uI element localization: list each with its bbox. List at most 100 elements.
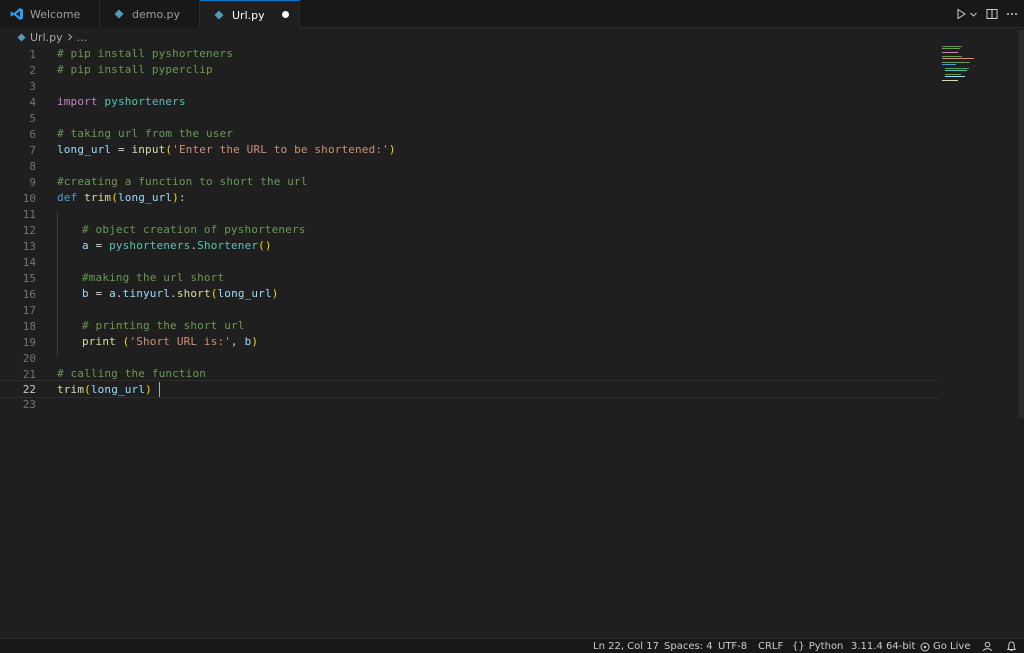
line-content: # object creation of pyshorteners <box>82 222 306 238</box>
line-number: 9 <box>29 175 36 189</box>
function-name: trim <box>57 383 85 396</box>
code-line[interactable]: 15 #making the url short <box>0 270 940 286</box>
bracket: ) <box>251 335 259 348</box>
code-line[interactable]: 19 print ('Short URL is:', b) <box>0 334 940 350</box>
more-actions-icon[interactable] <box>1006 8 1018 20</box>
braces-icon: {} <box>792 641 805 652</box>
minimap-line <box>942 62 970 63</box>
broadcast-icon <box>920 642 930 651</box>
feedback-icon[interactable] <box>982 639 996 653</box>
line-number: 22 <box>22 382 36 396</box>
code-line[interactable]: 1 # pip install pyshorteners <box>0 46 940 62</box>
variable: a <box>82 239 89 252</box>
go-live-button[interactable]: Go Live <box>920 639 970 653</box>
chevron-right-icon <box>66 33 74 41</box>
line-content: # pip install pyshorteners <box>57 46 233 62</box>
text-cursor <box>159 382 160 397</box>
line-number: 4 <box>29 95 36 109</box>
bracket: ) <box>271 287 279 300</box>
language-mode[interactable]: {} Python <box>792 639 843 653</box>
code-line[interactable]: 18 # printing the short url <box>0 318 940 334</box>
line-number: 2 <box>29 63 36 77</box>
line-content: a = pyshorteners.Shortener() <box>82 238 272 254</box>
minimap-line <box>942 64 956 65</box>
chevron-down-icon[interactable] <box>969 10 978 19</box>
code-line[interactable]: 23 <box>0 396 940 412</box>
minimap-line <box>942 80 958 81</box>
keyword: import <box>57 95 98 108</box>
code-line[interactable]: 7 long_url = input('Enter the URL to be … <box>0 142 940 158</box>
language-label: Python <box>808 641 844 652</box>
minimap-line <box>945 74 961 75</box>
code-line[interactable]: 2 # pip install pyperclip <box>0 62 940 78</box>
line-number: 8 <box>29 159 36 173</box>
code-line[interactable]: 11 <box>0 206 940 222</box>
minimap-line <box>945 68 969 69</box>
line-number: 20 <box>22 351 36 365</box>
breadcrumb-symbol[interactable]: ... <box>77 31 88 44</box>
indentation-status[interactable]: Spaces: 4 <box>664 639 713 653</box>
unsaved-dot-icon[interactable] <box>282 11 289 18</box>
tab-label: Url.py <box>232 8 265 22</box>
bracket: ( <box>84 383 91 396</box>
bracket: ) <box>388 143 396 156</box>
eol-status[interactable]: CRLF <box>758 639 783 653</box>
function-name: short <box>176 287 211 300</box>
code-line[interactable]: 5 <box>0 110 940 126</box>
bracket: () <box>258 239 272 252</box>
code-line[interactable]: 8 <box>0 158 940 174</box>
comment: # object creation of pyshorteners <box>82 223 306 236</box>
code-editor[interactable]: 1 # pip install pyshorteners 2 # pip ins… <box>0 46 1018 638</box>
run-icon[interactable] <box>955 8 967 20</box>
minimap-line <box>942 58 974 59</box>
breadcrumb-file[interactable]: Url.py <box>30 31 63 44</box>
go-live-label: Go Live <box>933 641 971 652</box>
minimap-line <box>945 70 967 71</box>
bracket: ( <box>210 287 218 300</box>
comment: # pip install pyperclip <box>57 63 213 76</box>
punctuation: : <box>178 191 186 204</box>
minimap-line <box>942 56 962 57</box>
tab-url-py[interactable]: Url.py <box>200 0 300 29</box>
variable: a <box>109 287 116 300</box>
comment: #creating a function to short the url <box>57 175 308 188</box>
comment: # pip install pyshorteners <box>57 47 234 60</box>
tab-demo-py[interactable]: demo.py <box>100 0 200 28</box>
code-line[interactable]: 3 <box>0 78 940 94</box>
notifications-bell-icon[interactable] <box>1006 639 1020 653</box>
code-line[interactable]: 14 <box>0 254 940 270</box>
minimap[interactable] <box>940 44 1000 84</box>
comment: #making the url short <box>82 271 225 284</box>
code-line[interactable]: 20 <box>0 350 940 366</box>
line-number: 12 <box>22 223 36 237</box>
class-name: Shortener <box>197 239 259 252</box>
operator: = <box>88 287 110 300</box>
line-number: 15 <box>22 271 36 285</box>
punctuation: , <box>231 335 245 348</box>
attribute: tinyurl <box>122 287 171 300</box>
line-number: 5 <box>29 111 36 125</box>
code-line[interactable]: 9 #creating a function to short the url <box>0 174 940 190</box>
line-content: b = a.tinyurl.short(long_url) <box>82 286 279 302</box>
code-line[interactable]: 6 # taking url from the user <box>0 126 940 142</box>
code-line[interactable]: 16 b = a.tinyurl.short(long_url) <box>0 286 940 302</box>
vertical-scrollbar[interactable] <box>1018 30 1024 418</box>
python-interpreter[interactable]: 3.11.4 64-bit <box>851 639 915 653</box>
cursor-position[interactable]: Ln 22, Col 17 <box>593 639 659 653</box>
split-editor-icon[interactable] <box>986 8 998 20</box>
punctuation: . <box>170 287 177 300</box>
bracket: ) <box>145 383 152 396</box>
encoding-status[interactable]: UTF-8 <box>718 639 747 653</box>
line-content: #making the url short <box>82 270 224 286</box>
tab-welcome[interactable]: Welcome <box>0 0 100 28</box>
punctuation: . <box>115 287 123 300</box>
code-line[interactable]: 17 <box>0 302 940 318</box>
code-line[interactable]: 13 a = pyshorteners.Shortener() <box>0 238 940 254</box>
code-line[interactable]: 4 import pyshorteners <box>0 94 940 110</box>
line-content: print ('Short URL is:', b) <box>82 334 258 350</box>
line-number: 11 <box>22 207 36 221</box>
vscode-logo-icon <box>10 7 24 21</box>
code-line[interactable]: 12 # object creation of pyshorteners <box>0 222 940 238</box>
code-line[interactable]: 10 def trim(long_url): <box>0 190 940 206</box>
line-number: 17 <box>22 303 36 317</box>
